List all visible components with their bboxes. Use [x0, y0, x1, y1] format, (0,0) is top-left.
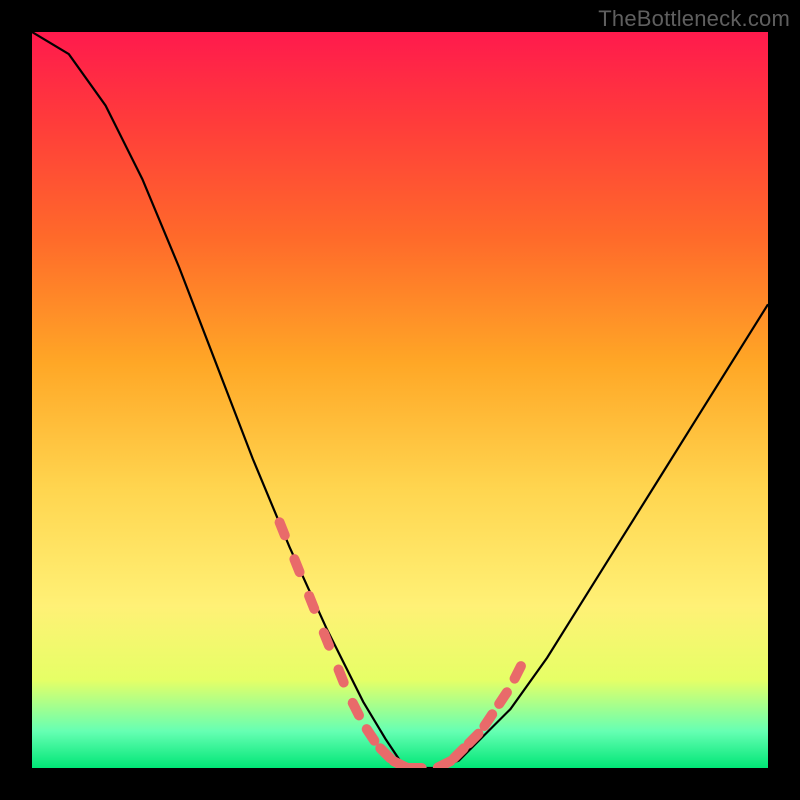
- highlight-dash: [367, 729, 375, 741]
- highlight-dash: [294, 559, 299, 572]
- watermark-text: TheBottleneck.com: [598, 6, 790, 32]
- chart-svg: [32, 32, 768, 768]
- highlight-dash: [515, 666, 521, 679]
- highlight-dashed-right: [438, 666, 521, 767]
- highlight-dash: [380, 748, 390, 758]
- highlight-dashed-left: [280, 522, 422, 768]
- highlight-dash: [469, 734, 479, 744]
- highlight-dash: [309, 596, 314, 609]
- highlight-dash: [438, 761, 451, 767]
- highlight-dash: [324, 633, 329, 646]
- bottleneck-curve-line: [32, 32, 768, 768]
- highlight-dash: [339, 670, 344, 683]
- chart-plot-area: [32, 32, 768, 768]
- chart-frame: TheBottleneck.com: [0, 0, 800, 800]
- highlight-dash: [484, 714, 492, 726]
- highlight-dash: [499, 692, 507, 704]
- highlight-dash: [280, 522, 285, 535]
- highlight-dash: [353, 703, 359, 716]
- highlight-dash: [454, 748, 464, 758]
